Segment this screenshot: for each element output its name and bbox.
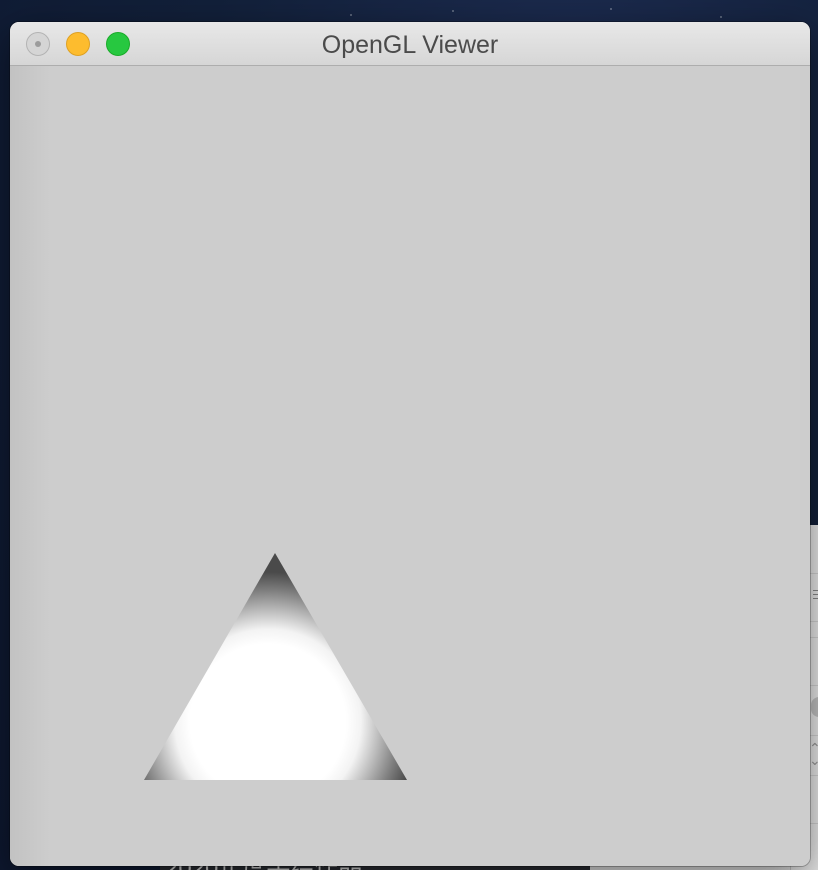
render-surface [144,553,407,780]
opengl-viewer-window: OpenGL Viewer [10,22,810,866]
rendered-triangle [144,553,407,780]
window-titlebar[interactable]: OpenGL Viewer [10,22,810,66]
opengl-canvas[interactable] [10,66,810,866]
window-title: OpenGL Viewer [321,31,499,59]
chevron-icon: ⌃ ⌄ [809,741,818,769]
menu-icon [813,590,818,602]
toggle-control [811,697,818,717]
